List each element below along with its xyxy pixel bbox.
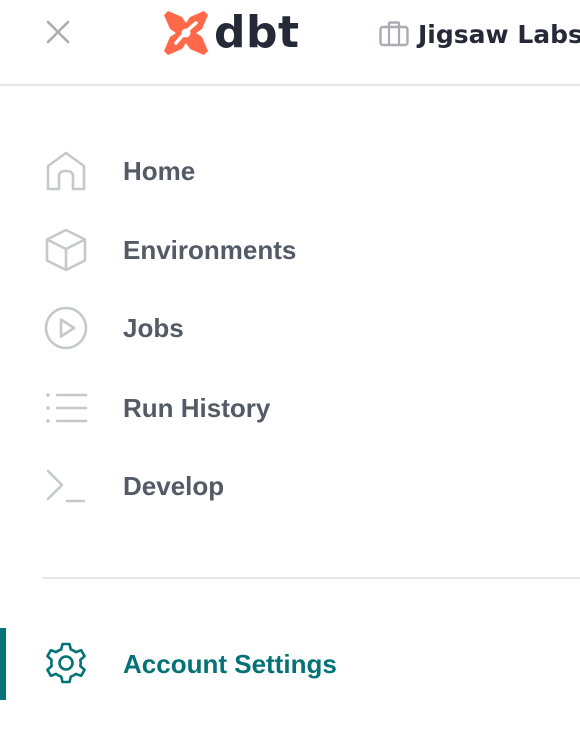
dbt-logo[interactable]: dbt	[162, 8, 300, 58]
account-switcher[interactable]: Jigsaw Labs	[378, 16, 580, 52]
nav-item-home[interactable]: Home	[0, 138, 580, 204]
list-icon	[42, 384, 90, 432]
nav-label-develop: Develop	[123, 470, 225, 501]
nav-divider	[42, 577, 580, 579]
logo-text: dbt	[214, 7, 300, 58]
drawer-header: dbt Jigsaw Labs	[0, 0, 580, 86]
nav-label-account-settings: Account Settings	[123, 648, 337, 679]
play-circle-icon	[42, 304, 90, 352]
close-button[interactable]	[40, 14, 76, 50]
nav-label-environments: Environments	[123, 234, 297, 265]
nav-item-develop[interactable]: Develop	[0, 453, 580, 519]
nav-label-jobs: Jobs	[123, 312, 184, 343]
nav-item-jobs[interactable]: Jobs	[0, 295, 580, 361]
gear-icon	[42, 640, 90, 688]
nav-item-environments[interactable]: Environments	[0, 217, 580, 283]
nav-label-home: Home	[123, 155, 196, 186]
cube-icon	[42, 226, 90, 274]
terminal-icon	[42, 462, 90, 510]
close-icon	[46, 20, 70, 44]
account-name: Jigsaw Labs	[418, 19, 580, 49]
dbt-logo-mark-icon	[164, 11, 208, 55]
mobile-nav-drawer: dbt Jigsaw Labs Home Environments Jobs R…	[0, 0, 580, 746]
home-icon	[42, 147, 90, 195]
nav-item-run-history[interactable]: Run History	[0, 375, 580, 441]
briefcase-icon	[379, 21, 409, 47]
nav-item-account-settings[interactable]: Account Settings	[0, 631, 580, 697]
nav-label-run-history: Run History	[123, 392, 271, 423]
